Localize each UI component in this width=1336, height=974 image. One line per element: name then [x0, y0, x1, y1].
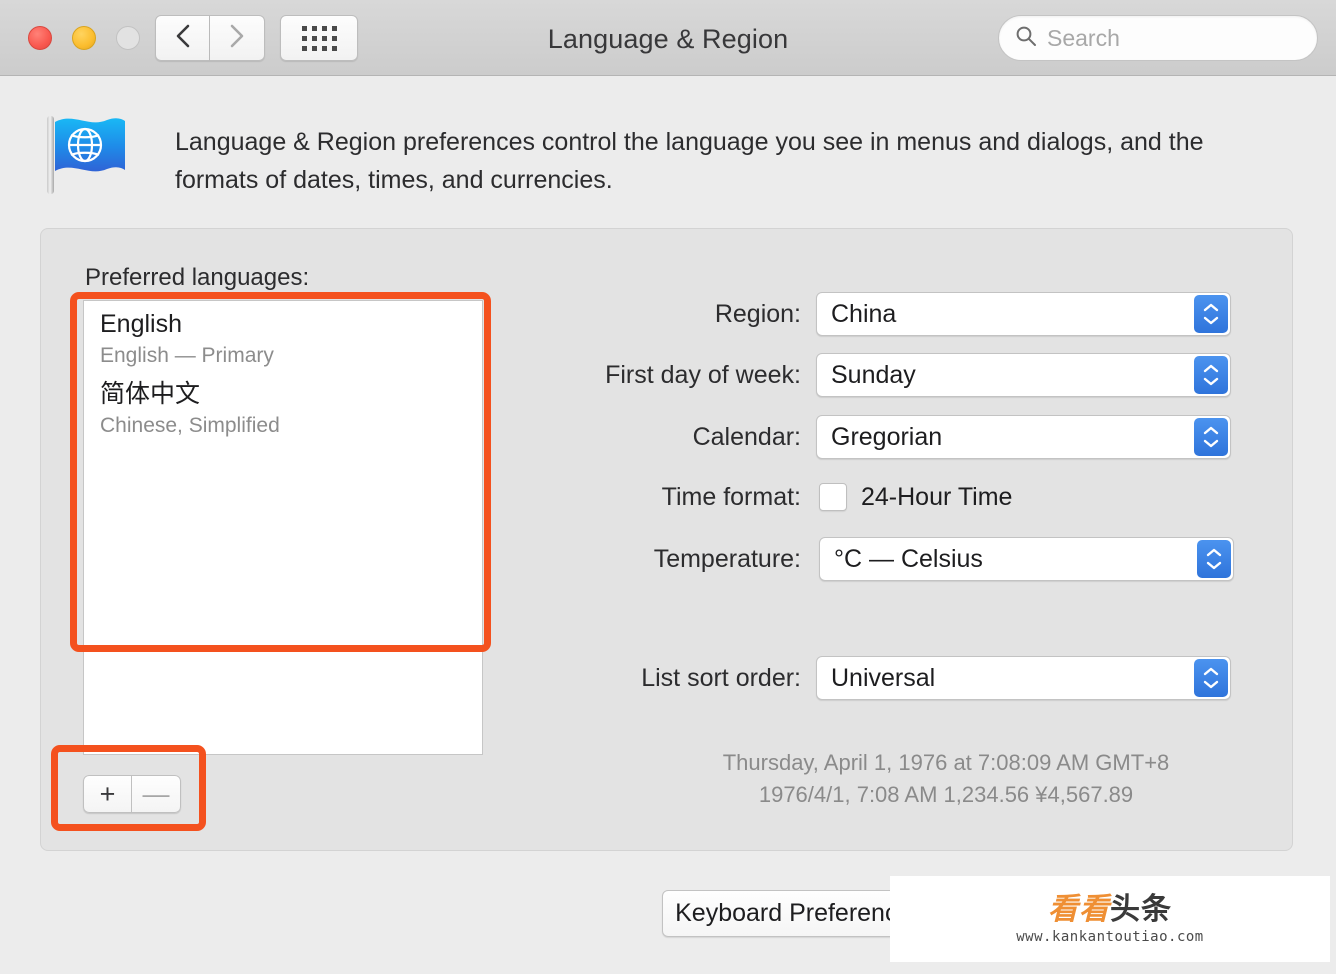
language-name: English [100, 310, 182, 338]
region-label: Region: [714, 299, 801, 328]
first-day-of-week-popup-button[interactable]: Sunday [816, 353, 1231, 397]
add-language-button[interactable]: + [83, 775, 132, 813]
calendar-value: Gregorian [831, 422, 943, 451]
list-item[interactable]: 简体中文 Chinese, Simplified [84, 371, 482, 441]
first-day-of-week-label: First day of week: [605, 360, 801, 389]
list-item[interactable]: English English — Primary [84, 301, 482, 371]
list-sort-order-popup-button[interactable]: Universal [816, 656, 1231, 700]
calendar-label: Calendar: [692, 422, 801, 451]
watermark-brand-orange: 看看 [1048, 893, 1110, 926]
region-value: China [831, 299, 897, 328]
watermark: 看看头条 www.kankantoutiao.com [890, 876, 1330, 962]
list-sort-order-label: List sort order: [641, 663, 801, 692]
24-hour-time-label: 24-Hour Time [861, 482, 1013, 511]
preferred-languages-list[interactable]: English English — Primary 简体中文 Chinese, … [83, 300, 483, 755]
temperature-popup-button[interactable]: °C — Celsius [819, 537, 1234, 581]
settings-panel: Preferred languages: English English — P… [40, 228, 1293, 851]
preferred-languages-label: Preferred languages: [85, 264, 310, 291]
temperature-label: Temperature: [653, 544, 801, 573]
language-subtitle: Chinese, Simplified [100, 414, 280, 437]
24-hour-time-checkbox[interactable] [819, 483, 847, 511]
language-subtitle: English — Primary [100, 344, 274, 367]
system-preferences-window: Language & Region Search Language & Regi… [0, 0, 1336, 974]
flag-globe-icon [45, 112, 137, 201]
preference-header: Language & Region preferences control th… [0, 76, 1336, 216]
chevron-up-down-icon[interactable] [1194, 356, 1228, 394]
watermark-brand-dark: 头条 [1110, 893, 1172, 926]
list-sort-order-value: Universal [831, 663, 936, 692]
chevron-up-down-icon[interactable] [1197, 540, 1231, 578]
chevron-up-down-icon[interactable] [1194, 295, 1228, 333]
language-name: 简体中文 [100, 380, 201, 408]
remove-language-button: — [132, 775, 181, 813]
format-preview-line-1: Thursday, April 1, 1976 at 7:08:09 AM GM… [722, 750, 1170, 775]
region-popup-button[interactable]: China [816, 292, 1231, 336]
window-titlebar: Language & Region Search [0, 0, 1336, 76]
search-input-placeholder[interactable]: Search [1047, 25, 1120, 52]
search-field[interactable]: Search [998, 15, 1318, 61]
watermark-brand: 看看头条 [1048, 893, 1172, 927]
search-icon [1015, 25, 1037, 52]
add-remove-language-buttons: + — [83, 775, 181, 813]
chevron-up-down-icon[interactable] [1194, 418, 1228, 456]
watermark-url: www.kankantoutiao.com [1016, 929, 1204, 945]
format-preview: Thursday, April 1, 1976 at 7:08:09 AM GM… [601, 747, 1291, 811]
format-preview-line-2: 1976/4/1, 7:08 AM 1,234.56 ¥4,567.89 [758, 782, 1134, 807]
calendar-popup-button[interactable]: Gregorian [816, 415, 1231, 459]
first-day-of-week-value: Sunday [831, 360, 916, 389]
chevron-up-down-icon[interactable] [1194, 659, 1228, 697]
time-format-checkbox-group[interactable]: 24-Hour Time [819, 483, 1012, 512]
temperature-value: °C — Celsius [834, 544, 983, 573]
preference-description: Language & Region preferences control th… [175, 128, 1204, 194]
time-format-label: Time format: [661, 482, 801, 511]
